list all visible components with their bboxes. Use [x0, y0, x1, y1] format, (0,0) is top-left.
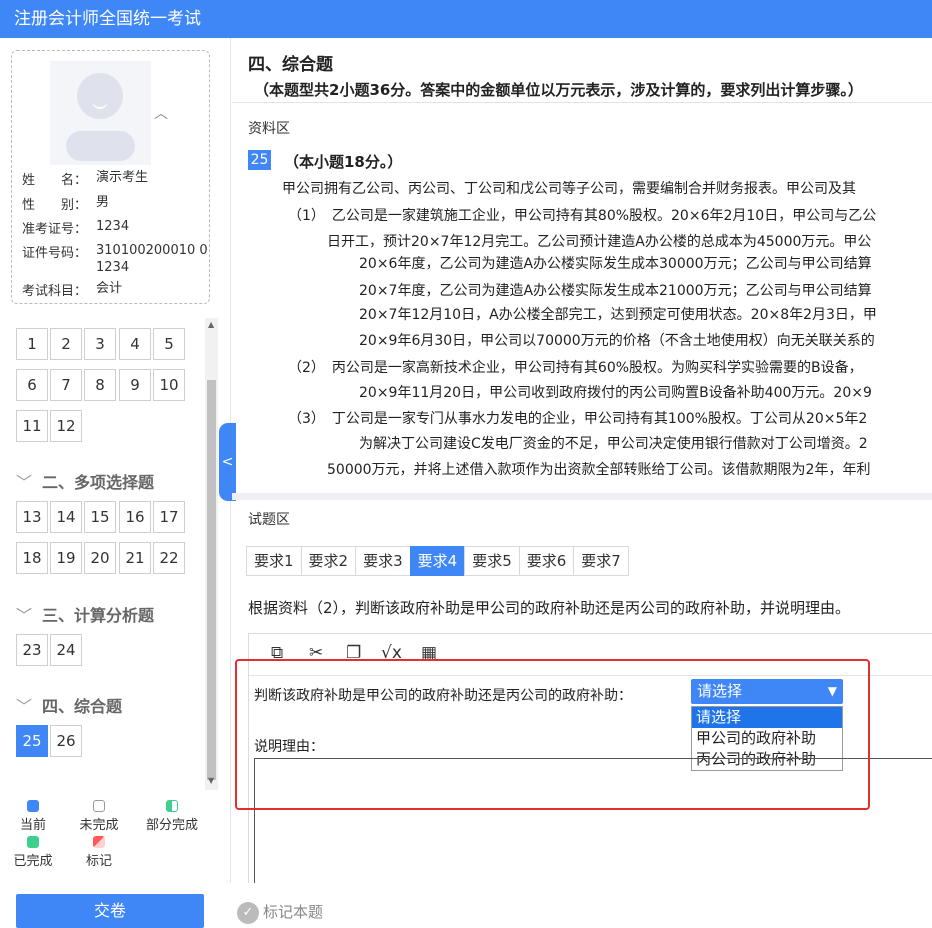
material-line: 20×7年度，乙公司为建造A办公楼实际发生成本21000万元；乙公司与甲公司结算 [359, 283, 872, 299]
qbtn-16[interactable]: 16 [119, 501, 151, 533]
question-score: （本小题18分。） [284, 153, 403, 171]
field-idno: 证件号码： 310100200010 01234 [22, 243, 208, 275]
qbtn-23[interactable]: 23 [16, 634, 48, 666]
qbtn-10[interactable]: 10 [153, 369, 185, 401]
material-line: 20×7年12月10日，A办公楼全部完工，达到预定可使用状态。20×8年2月3日… [359, 307, 877, 323]
qbtn-20[interactable]: 20 [84, 542, 116, 574]
avatar [50, 61, 151, 165]
section-note: （本题型共2小题36分。答案中的金额单位以万元表示，涉及计算的，要求列出计算步骤… [254, 81, 863, 99]
legend-partial: 部分完成 [142, 800, 202, 833]
qbtn-6[interactable]: 6 [16, 369, 48, 401]
material-line: 20×9年6月30日，甲公司以70000万元的价格（不含土地使用权）向无关联关系… [359, 333, 875, 349]
chevron-up-icon[interactable]: ︿ [154, 103, 168, 123]
section-multiple-choice[interactable]: ﹀ 二、多项选择题 [16, 469, 154, 493]
question-number: 25 [248, 150, 271, 170]
qbtn-3[interactable]: 3 [84, 328, 116, 360]
qbtn-13[interactable]: 13 [16, 501, 48, 533]
tab-req-3[interactable]: 要求3 [355, 546, 411, 576]
qbtn-7[interactable]: 7 [50, 369, 82, 401]
material-line: 甲公司拥有乙公司、丙公司、丁公司和戊公司等子公司，需要编制合并财务报表。甲公司及… [282, 181, 856, 197]
qbtn-15[interactable]: 15 [84, 501, 116, 533]
left-panel: ︿ 姓 名： 演示考生 性 别：男 准考证号： 1234 证件号码： 31010020… [0, 38, 231, 883]
qbtn-5[interactable]: 5 [153, 328, 185, 360]
qbtn-11[interactable]: 11 [16, 410, 48, 442]
requirement-tabs: 要求1 要求2 要求3 要求4 要求5 要求6 要求7 [246, 546, 629, 576]
tab-req-1[interactable]: 要求1 [246, 546, 302, 576]
qbtn-2[interactable]: 2 [50, 328, 82, 360]
legend-marked: 标记 [82, 836, 116, 869]
section-comprehensive[interactable]: ﹀ 四、综合题 [16, 693, 122, 717]
qbtn-4[interactable]: 4 [119, 328, 151, 360]
nav-scrollbar[interactable]: ▲ ▼ [205, 318, 218, 790]
mark-question-button[interactable]: ✓ 标记本题 [237, 901, 323, 924]
qbtn-17[interactable]: 17 [153, 501, 185, 533]
tab-req-5[interactable]: 要求5 [464, 546, 520, 576]
qbtn-14[interactable]: 14 [50, 501, 82, 533]
material-line: 20×6年度，乙公司为建造A办公楼实际发生成本30000万元；乙公司与甲公司结算 [359, 256, 872, 272]
mark-icon: ✓ [237, 901, 259, 924]
material-line: （2） 丙公司是一家高新技术企业，甲公司持有其60%股权。为购买科学实验需要的B… [288, 360, 863, 376]
qbtn-19[interactable]: 19 [50, 542, 82, 574]
qbtn-12[interactable]: 12 [50, 410, 82, 442]
qbtn-22[interactable]: 22 [153, 542, 185, 574]
qbtn-1[interactable]: 1 [16, 328, 48, 360]
qbtn-25[interactable]: 25 [16, 725, 48, 757]
material-line: 日开工，预计20×7年12月完工。乙公司预计建造A办公楼的总成本为45000万元… [327, 234, 872, 250]
section-title: 四、综合题 [248, 55, 333, 75]
material-label: 资料区 [248, 121, 290, 137]
qbtn-21[interactable]: 21 [119, 542, 151, 574]
material-line: （3） 丁公司是一家专门从事水力发电的企业，甲公司持有其100%股权。丁公司从2… [288, 411, 868, 427]
qbtn-18[interactable]: 18 [16, 542, 48, 574]
legend-current: 当前 [16, 800, 50, 833]
question-nav: 1 2 3 4 5 6 7 8 9 10 11 12 ﹀ 二、多项选择题 13 1… [0, 318, 205, 788]
candidate-card: ︿ 姓 名： 演示考生 性 别：男 准考证号： 1234 证件号码： 31010020… [11, 50, 210, 304]
field-subject: 考试科目： 会计 [22, 281, 123, 299]
field-name: 姓 名： 演示考生 [22, 170, 149, 188]
material-line: 为解决丁公司建设C发电厂资金的不足，甲公司决定使用银行借款对丁公司增资。2 [359, 436, 868, 452]
field-ticket: 准考证号： 1234 [22, 219, 130, 237]
qbtn-9[interactable]: 9 [119, 369, 151, 401]
material-line: 50000万元，并将上述借入款项作为出资款全部转账给丁公司。该借款期限为2年，年… [327, 462, 871, 478]
submit-button[interactable]: 交卷 [16, 894, 204, 928]
legend-unfinished: 未完成 [76, 800, 122, 833]
highlight-frame [235, 659, 870, 810]
question-text: 根据资料（2），判断该政府补助是甲公司的政府补助还是丙公司的政府补助，并说明理由… [248, 599, 851, 617]
qbtn-26[interactable]: 26 [50, 725, 82, 757]
tab-req-2[interactable]: 要求2 [300, 546, 357, 576]
legend-done: 已完成 [11, 836, 55, 869]
field-gender: 性 别：男 [22, 195, 110, 213]
tab-req-6[interactable]: 要求6 [518, 546, 575, 576]
question-area-label: 试题区 [248, 512, 290, 528]
app-title: 注册会计师全国统一考试 [0, 0, 932, 38]
tab-req-4[interactable]: 要求4 [409, 546, 466, 576]
tab-req-7[interactable]: 要求7 [573, 546, 629, 576]
material-line: （1） 乙公司是一家建筑施工企业，甲公司持有其80%股权。20×6年2月10日，… [288, 208, 877, 224]
qbtn-8[interactable]: 8 [84, 369, 116, 401]
qbtn-24[interactable]: 24 [50, 634, 82, 666]
section-calculation[interactable]: ﹀ 三、计算分析题 [16, 602, 154, 626]
material-line: 20×9年11月20日，甲公司收到政府拨付的丙公司购置B设备补助400万元。20… [359, 385, 872, 401]
